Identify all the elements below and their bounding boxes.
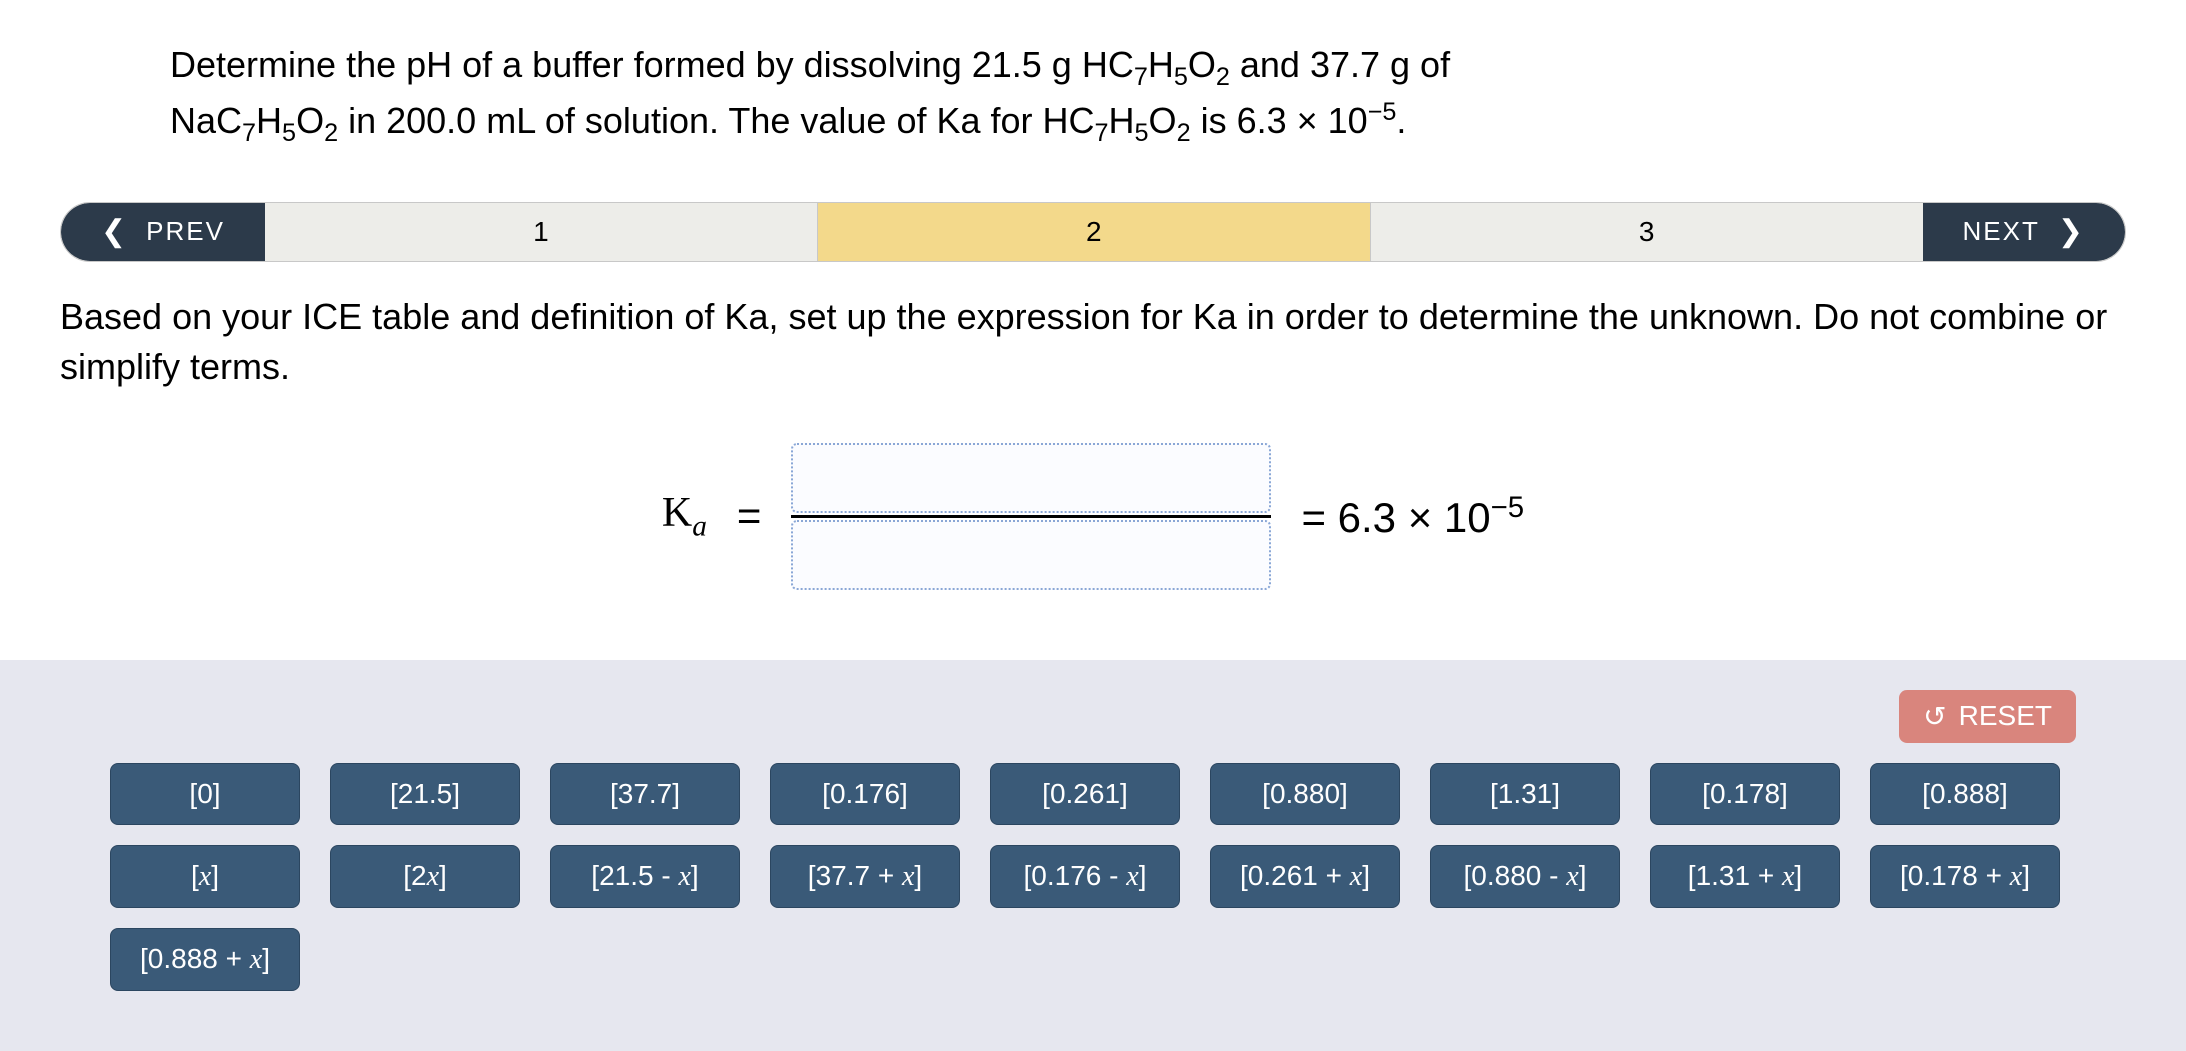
sub: 7 [242, 120, 256, 148]
answer-tile[interactable]: [21.5] [330, 763, 520, 825]
answer-tile[interactable]: [0.888] [1870, 763, 2060, 825]
q-text: H [1109, 100, 1135, 141]
sub: 7 [1095, 120, 1109, 148]
undo-icon: ↺ [1923, 700, 1946, 733]
answer-tile[interactable]: [0] [110, 763, 300, 825]
step-nav: ❮ PREV 1 2 3 NEXT ❯ [60, 202, 2126, 262]
prev-button[interactable]: ❮ PREV [61, 203, 265, 261]
answer-tile[interactable]: [2x] [330, 845, 520, 908]
reset-label: RESET [1959, 700, 2052, 732]
sup: −5 [1368, 98, 1397, 126]
step-1[interactable]: 1 [265, 203, 817, 261]
answer-tile[interactable]: [0.880] [1210, 763, 1400, 825]
ka-k: K [662, 490, 692, 536]
denominator-dropzone[interactable] [791, 520, 1271, 590]
sub: 5 [1135, 120, 1149, 148]
q-text: O [296, 100, 324, 141]
step-2[interactable]: 2 [817, 203, 1370, 261]
q-text: H [256, 100, 282, 141]
next-button[interactable]: NEXT ❯ [1923, 203, 2125, 261]
equals-sign: = [737, 492, 762, 540]
step-label: 2 [1086, 216, 1102, 248]
answer-tile[interactable]: [0.888 + x] [110, 928, 300, 991]
answer-tile[interactable]: [0.880 - x] [1430, 845, 1620, 908]
next-label: NEXT [1963, 216, 2040, 247]
q-text: and 37.7 g of [1230, 44, 1450, 85]
q-text: H [1148, 44, 1174, 85]
answer-tile[interactable]: [0.178] [1650, 763, 1840, 825]
sub: 2 [324, 120, 338, 148]
ka-a: a [692, 510, 707, 542]
answer-tile[interactable]: [1.31 + x] [1650, 845, 1840, 908]
prev-label: PREV [146, 216, 225, 247]
answer-tray: ↺ RESET [0] [21.5] [37.7] [0.176] [0.261] [0.… [0, 660, 2186, 1051]
question-text: Determine the pH of a buffer formed by d… [170, 40, 1570, 152]
reset-button[interactable]: ↺ RESET [1899, 690, 2076, 743]
tile-list: [0] [21.5] [37.7] [0.176] [0.261] [0.880] [1.3… [110, 763, 2076, 991]
q-text: O [1149, 100, 1177, 141]
q-text: . [1396, 100, 1406, 141]
chevron-right-icon: ❯ [2058, 217, 2085, 247]
answer-tile[interactable]: [1.31] [1430, 763, 1620, 825]
ka-symbol: Ka [662, 489, 707, 543]
answer-tile[interactable]: [0.176] [770, 763, 960, 825]
step-label: 1 [533, 216, 549, 248]
answer-tile[interactable]: [21.5 - x] [550, 845, 740, 908]
answer-tile[interactable]: [37.7 + x] [770, 845, 960, 908]
q-text: NaC [170, 100, 242, 141]
fraction-bar [791, 515, 1271, 518]
sub: 2 [1177, 120, 1191, 148]
rhs-exp: −5 [1491, 491, 1525, 524]
answer-tile[interactable]: [x] [110, 845, 300, 908]
answer-tile[interactable]: [0.178 + x] [1870, 845, 2060, 908]
fraction [791, 443, 1271, 590]
q-text: in 200.0 mL of solution. The value of Ka… [338, 100, 1094, 141]
q-text: O [1188, 44, 1216, 85]
numerator-dropzone[interactable] [791, 443, 1271, 513]
q-text: Determine the pH of a buffer formed by d… [170, 44, 1134, 85]
chevron-left-icon: ❮ [101, 217, 128, 247]
sub: 7 [1134, 63, 1148, 91]
step-instruction: Based on your ICE table and definition o… [60, 292, 2126, 393]
answer-tile[interactable]: [0.176 - x] [990, 845, 1180, 908]
q-text: is 6.3 × 10 [1191, 100, 1368, 141]
ka-value: = 6.3 × 10−5 [1301, 491, 1524, 542]
step-3[interactable]: 3 [1370, 203, 1923, 261]
answer-tile[interactable]: [37.7] [550, 763, 740, 825]
step-label: 3 [1639, 216, 1655, 248]
ka-equation: Ka = = 6.3 × 10−5 [60, 443, 2126, 590]
answer-tile[interactable]: [0.261 + x] [1210, 845, 1400, 908]
sub: 5 [1174, 63, 1188, 91]
step-list: 1 2 3 [265, 203, 1923, 261]
sub: 2 [1216, 63, 1230, 91]
rhs-text: = 6.3 × 10 [1301, 494, 1490, 541]
answer-tile[interactable]: [0.261] [990, 763, 1180, 825]
sub: 5 [282, 120, 296, 148]
